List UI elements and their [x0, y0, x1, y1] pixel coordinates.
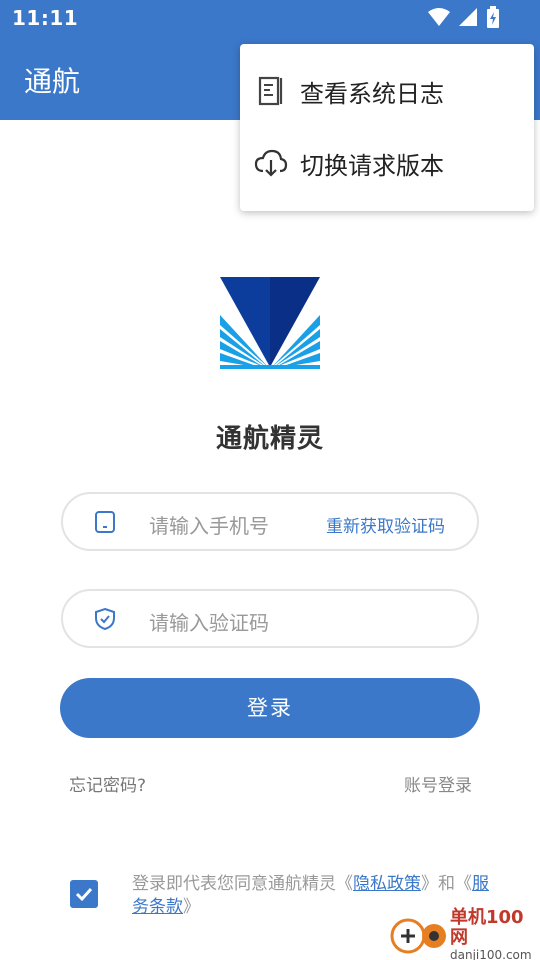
- menu-item-label: 切换请求版本: [300, 152, 444, 180]
- app-bar-title: 通航: [24, 65, 81, 98]
- resend-code-link[interactable]: 重新获取验证码: [326, 512, 445, 537]
- agreement-prefix: 登录即代表您同意通航精灵《: [132, 874, 353, 894]
- watermark-text: 单机100网 danji100.com: [450, 908, 536, 960]
- battery-charging-icon: [487, 6, 499, 28]
- menu-item-label: 查看系统日志: [300, 80, 444, 108]
- cellular-signal-icon: [459, 8, 477, 26]
- phone-icon: [95, 511, 115, 533]
- verification-code-input[interactable]: 请输入验证码: [61, 589, 479, 648]
- shield-check-icon: [95, 607, 115, 631]
- status-bar: 11:11: [0, 0, 540, 36]
- status-time: 11:11: [12, 6, 79, 30]
- overflow-menu: 查看系统日志 切换请求版本: [240, 44, 534, 211]
- site-watermark: 单机100网 danji100.com: [390, 908, 536, 960]
- account-login-link[interactable]: 账号登录: [404, 771, 472, 796]
- status-icons: [428, 6, 500, 28]
- app-logo: [220, 277, 320, 369]
- menu-item-switch-version[interactable]: 切换请求版本: [240, 128, 534, 198]
- log-document-icon: [258, 76, 283, 106]
- code-placeholder: 请输入验证码: [149, 611, 269, 635]
- wifi-icon: [428, 8, 450, 26]
- privacy-policy-link[interactable]: 隐私政策: [353, 874, 421, 894]
- agreement-middle: 》和《: [421, 874, 472, 894]
- phone-placeholder: 请输入手机号: [149, 514, 269, 538]
- watermark-logo-icon: [390, 918, 446, 954]
- agreement-checkbox[interactable]: [70, 880, 98, 908]
- phone-input[interactable]: 请输入手机号 重新获取验证码: [61, 492, 479, 551]
- agreement-suffix: 》: [183, 897, 200, 917]
- watermark-line1: 单机100网: [450, 907, 524, 948]
- login-button[interactable]: 登录: [60, 678, 480, 738]
- app-name: 通航精灵: [215, 424, 324, 454]
- watermark-line2: danji100.com: [450, 948, 532, 960]
- menu-item-view-logs[interactable]: 查看系统日志: [240, 56, 534, 126]
- checkmark-icon: [75, 887, 93, 902]
- forgot-password-link[interactable]: 忘记密码?: [69, 771, 146, 796]
- cloud-download-icon: [254, 149, 288, 177]
